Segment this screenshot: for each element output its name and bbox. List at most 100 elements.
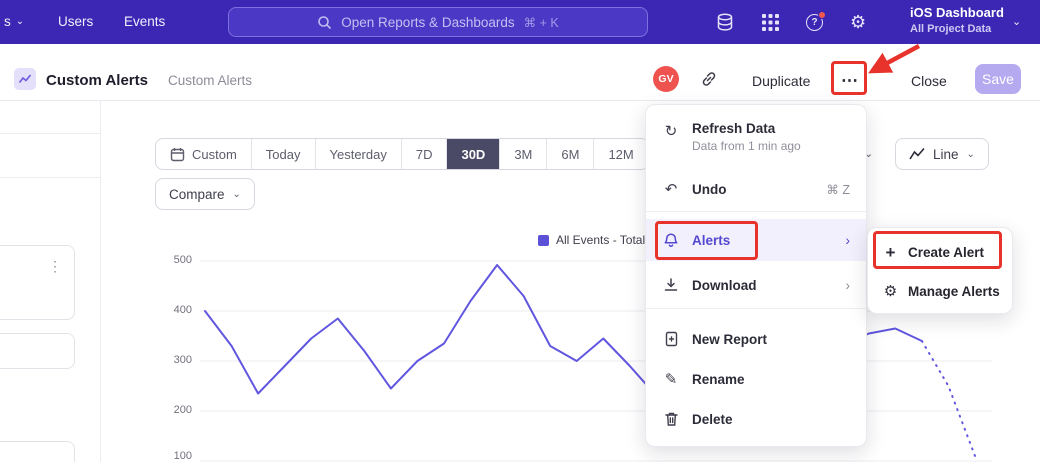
legend-color-swatch <box>538 235 549 246</box>
undo-icon: ↶ <box>662 180 680 198</box>
search-shortcut-hint: ⌘ + K <box>524 15 559 30</box>
date-range-12m[interactable]: 12M <box>593 139 647 169</box>
project-selector[interactable]: iOS Dashboard All Project Data <box>910 5 1004 35</box>
avatar[interactable]: GV <box>653 66 679 92</box>
line-chart-icon <box>909 147 925 161</box>
sidebar-divider <box>100 101 101 462</box>
nav-item-truncated[interactable]: s ⌄ <box>4 14 24 29</box>
y-axis-tick: 100 <box>158 450 192 462</box>
nav-item-label: s <box>4 14 11 29</box>
menu-divider <box>646 211 866 212</box>
date-range-segmented-control: Custom Today Yesterday 7D 30D 3M 6M 12M <box>155 138 649 170</box>
nav-icon-group: ? ⚙ <box>715 0 866 44</box>
segment-label: 12M <box>608 147 633 162</box>
download-icon <box>662 277 680 293</box>
segment-label: Today <box>266 147 301 162</box>
menu-item-refresh-data[interactable]: ↻ Refresh Data Data from 1 min ago <box>646 111 866 159</box>
date-range-yesterday[interactable]: Yesterday <box>315 139 401 169</box>
trash-icon <box>662 411 680 427</box>
gear-icon: ⚙ <box>883 284 898 299</box>
submenu-item-manage-alerts[interactable]: ⚙ Manage Alerts <box>868 272 1012 310</box>
submenu-item-label: Create Alert <box>908 245 984 260</box>
settings-gear-icon[interactable]: ⚙ <box>850 13 866 31</box>
y-axis-tick: 500 <box>158 254 192 266</box>
date-range-today[interactable]: Today <box>251 139 315 169</box>
close-button[interactable]: Close <box>911 73 947 89</box>
y-axis-tick: 400 <box>158 304 192 316</box>
pencil-icon: ✎ <box>662 370 680 388</box>
date-range-custom[interactable]: Custom <box>156 139 251 169</box>
chevron-right-icon: › <box>845 233 850 247</box>
apps-grid-icon[interactable] <box>762 14 779 31</box>
chart-legend-item[interactable]: All Events - Total <box>538 233 645 247</box>
breadcrumb[interactable]: Custom Alerts <box>168 73 252 88</box>
menu-item-shortcut: ⌘ Z <box>826 182 850 197</box>
submenu-item-create-alert[interactable]: + Create Alert <box>868 233 1012 271</box>
more-options-button[interactable]: ⋯ <box>836 68 864 94</box>
menu-divider <box>646 308 866 309</box>
menu-item-undo[interactable]: ↶ Undo ⌘ Z <box>646 169 866 209</box>
segment-label: 3M <box>514 147 532 162</box>
segment-label: Custom <box>192 147 237 162</box>
dashboard-card[interactable] <box>0 441 75 462</box>
menu-item-delete[interactable]: Delete <box>646 399 866 439</box>
segment-label: Yesterday <box>330 147 387 162</box>
card-overflow-menu-icon[interactable]: ⋮ <box>48 258 62 275</box>
data-management-icon[interactable] <box>715 12 735 32</box>
sidebar-row-divider <box>0 133 100 134</box>
y-axis-tick: 300 <box>158 354 192 366</box>
chart-series-line-projected <box>922 341 975 456</box>
date-range-6m[interactable]: 6M <box>546 139 593 169</box>
segment-label: 6M <box>561 147 579 162</box>
alert-bell-icon <box>662 232 680 248</box>
save-button[interactable]: Save <box>975 64 1021 94</box>
date-range-3m[interactable]: 3M <box>499 139 546 169</box>
chart-type-label: Line <box>933 147 959 162</box>
notification-dot <box>818 11 826 19</box>
search-icon <box>317 15 332 30</box>
segment-label: 7D <box>416 147 433 162</box>
page-title: Custom Alerts <box>46 72 148 89</box>
menu-item-label: Delete <box>692 412 733 427</box>
y-axis-tick: 200 <box>158 404 192 416</box>
menu-item-label: Refresh Data <box>692 121 801 136</box>
chevron-right-icon: › <box>845 278 850 292</box>
menu-item-download[interactable]: Download › <box>646 265 866 305</box>
plus-icon: + <box>883 244 898 261</box>
compare-label: Compare <box>169 187 225 202</box>
report-header: Custom Alerts Custom Alerts GV Duplicate… <box>0 44 1040 101</box>
nav-item-label: Users <box>58 14 93 29</box>
dashboard-card[interactable] <box>0 333 75 369</box>
date-range-30d[interactable]: 30D <box>446 139 499 169</box>
legend-label: All Events - Total <box>556 233 645 247</box>
global-search-input[interactable]: Open Reports & Dashboards ⌘ + K <box>228 7 648 37</box>
menu-item-label: Download <box>692 278 757 293</box>
refresh-icon: ↻ <box>662 122 680 140</box>
sidebar-row-divider <box>0 177 100 178</box>
copy-link-icon[interactable] <box>700 70 718 93</box>
nav-item-label: Events <box>124 14 165 29</box>
date-range-7d[interactable]: 7D <box>401 139 447 169</box>
chart-type-button[interactable]: Line ⌄ <box>895 138 989 170</box>
calendar-icon <box>170 147 185 162</box>
nav-item-events[interactable]: Events <box>124 14 165 29</box>
new-report-icon <box>662 331 680 347</box>
app-screen: 500 400 300 200 100 All Events - Total ⋮… <box>0 0 1040 462</box>
menu-item-rename[interactable]: ✎ Rename <box>646 359 866 399</box>
menu-item-label: Undo <box>692 182 727 197</box>
chevron-down-icon[interactable]: ⌄ <box>1012 15 1021 28</box>
menu-item-new-report[interactable]: New Report <box>646 319 866 359</box>
search-placeholder: Open Reports & Dashboards <box>341 15 514 30</box>
menu-item-sublabel: Data from 1 min ago <box>692 139 801 153</box>
nav-item-users[interactable]: Users <box>58 14 93 29</box>
project-title: iOS Dashboard <box>910 5 1004 20</box>
help-icon[interactable]: ? <box>806 14 823 31</box>
project-subtitle: All Project Data <box>910 23 1004 35</box>
duplicate-button[interactable]: Duplicate <box>752 73 810 89</box>
chevron-down-icon: ⌄ <box>967 149 975 160</box>
dashboard-card[interactable] <box>0 245 75 320</box>
compare-button[interactable]: Compare ⌄ <box>155 178 255 210</box>
menu-item-label: Rename <box>692 372 745 387</box>
chevron-down-icon: ⌄ <box>16 17 24 27</box>
menu-item-alerts[interactable]: Alerts › <box>646 219 866 261</box>
